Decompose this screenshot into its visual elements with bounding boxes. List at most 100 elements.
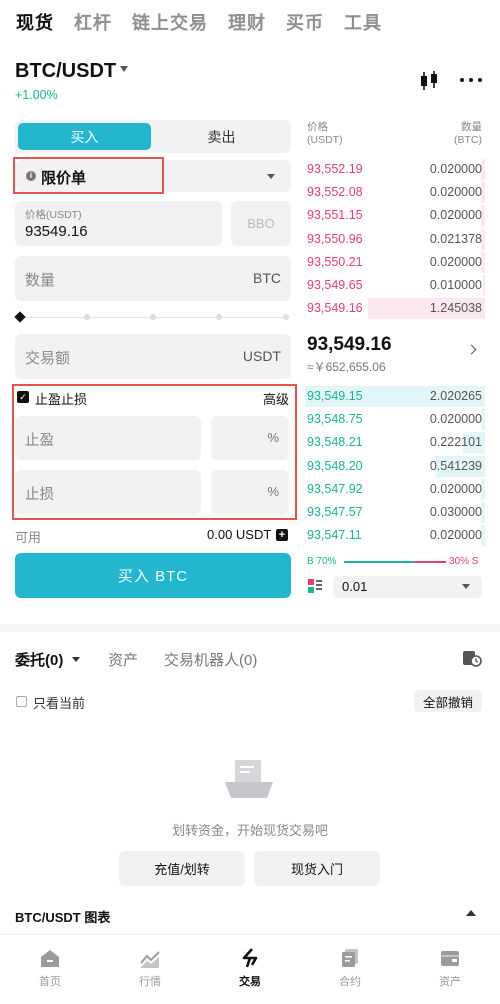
deposit-transfer-button[interactable]: 充值/划转 xyxy=(119,851,245,886)
more-options-icon[interactable] xyxy=(460,78,482,84)
tab-spot[interactable]: 现货 xyxy=(16,9,54,35)
buy-btc-button[interactable]: 买入 BTC xyxy=(15,553,291,598)
nav-contract[interactable]: 合约 xyxy=(300,935,400,995)
bid-quantity: 0.222101 xyxy=(429,435,482,450)
price-input[interactable]: 价格(USDT) 93549.16 xyxy=(15,201,222,246)
only-current-label[interactable]: 只看当前 xyxy=(33,693,85,712)
slider-step-100[interactable] xyxy=(283,314,289,320)
ask-row[interactable]: 93,549.16 1.245038 xyxy=(300,297,485,320)
stop-loss-percent-input[interactable]: % xyxy=(211,470,289,514)
tab-tools[interactable]: 工具 xyxy=(344,9,382,35)
slider-step-25[interactable] xyxy=(84,314,90,320)
ask-row[interactable]: 93,550.21 0.020000 xyxy=(300,251,485,274)
bid-row[interactable]: 93,547.92 0.020000 xyxy=(300,478,485,501)
ask-row[interactable]: 93,551.15 0.020000 xyxy=(300,204,485,227)
sell-tab[interactable]: 卖出 xyxy=(155,123,288,150)
bid-price: 93,547.57 xyxy=(307,505,363,519)
quantity-input[interactable]: 数量 BTC xyxy=(15,256,291,301)
take-profit-percent-input[interactable]: % xyxy=(211,416,289,460)
trade-icon xyxy=(242,948,258,968)
tab-margin[interactable]: 杠杆 xyxy=(74,9,112,35)
wallet-icon xyxy=(441,951,459,966)
depth-precision-select[interactable]: 0.01 xyxy=(333,576,482,598)
nav-trade[interactable]: 交易 xyxy=(200,935,300,995)
contract-icon xyxy=(342,949,358,967)
bid-row[interactable]: 93,548.21 0.222101 xyxy=(300,431,485,454)
take-profit-input[interactable]: 止盈 xyxy=(15,416,201,460)
spot-guide-button[interactable]: 现货入门 xyxy=(254,851,380,886)
price-header-label: 价格 xyxy=(307,121,328,133)
pair-selector[interactable]: BTC/USDT xyxy=(15,60,116,83)
ask-row[interactable]: 93,552.08 0.020000 xyxy=(300,181,485,204)
nav-assets-label: 资产 xyxy=(439,976,461,988)
slider-step-75[interactable] xyxy=(216,314,222,320)
quantity-placeholder: 数量 xyxy=(25,272,56,289)
trade-amount-input[interactable]: 交易额 USDT xyxy=(15,334,291,379)
orderbook-layout-icon[interactable] xyxy=(308,579,322,593)
bbo-button[interactable]: BBO xyxy=(231,201,291,246)
quantity-unit: BTC xyxy=(253,270,281,286)
tab-onchain[interactable]: 链上交易 xyxy=(132,9,208,35)
trade-amount-unit: USDT xyxy=(242,348,281,364)
tpsl-advanced-link[interactable]: 高级 xyxy=(263,389,289,408)
bid-row[interactable]: 93,547.11 0.020000 xyxy=(300,524,485,547)
tab-trading-bots[interactable]: 交易机器人(0) xyxy=(164,649,257,670)
percent-unit: % xyxy=(267,484,279,499)
cancel-all-button[interactable]: 全部撤销 xyxy=(414,690,482,712)
candlestick-chart-icon[interactable] xyxy=(420,70,440,92)
order-history-icon[interactable] xyxy=(462,648,482,668)
ask-price: 93,549.16 xyxy=(307,301,363,316)
price-header-unit: (USDT) xyxy=(307,134,343,146)
bid-row[interactable]: 93,548.20 0.541239 xyxy=(300,455,485,478)
bid-row[interactable]: 93,547.57 0.030000 xyxy=(300,501,485,524)
bid-row[interactable]: 93,549.15 2.020265 xyxy=(300,385,485,408)
stop-loss-input[interactable]: 止损 xyxy=(15,470,201,514)
bid-quantity: 0.020000 xyxy=(429,481,482,496)
home-icon xyxy=(41,950,59,967)
available-balance: 0.00 USDT xyxy=(207,527,272,542)
ask-depth-bar xyxy=(483,275,485,296)
chevron-right-icon[interactable] xyxy=(466,344,477,355)
chart-toggle-label[interactable]: BTC/USDT 图表 xyxy=(15,907,110,926)
percent-unit: % xyxy=(267,430,279,445)
ask-quantity: 0.020000 xyxy=(429,185,482,200)
bid-quantity: 0.030000 xyxy=(429,505,482,519)
pair-change: +1.00% xyxy=(15,88,58,102)
bid-price: 93,547.92 xyxy=(307,481,363,496)
slider-handle[interactable] xyxy=(14,311,26,323)
slider-step-50[interactable] xyxy=(150,314,156,320)
take-profit-placeholder: 止盈 xyxy=(25,433,54,449)
tab-assets[interactable]: 资产 xyxy=(108,649,138,670)
price-value: 93549.16 xyxy=(25,223,88,240)
tpsl-label: 止盈止损 xyxy=(35,392,88,407)
ask-row[interactable]: 93,550.96 0.021378 xyxy=(300,228,485,251)
highlight-box-order-type xyxy=(13,157,164,194)
orderbook-qty-header: 数量 (BTC) xyxy=(440,121,482,147)
ask-quantity: 1.245038 xyxy=(429,301,482,316)
ask-row[interactable]: 93,552.19 0.020000 xyxy=(300,158,485,181)
tab-finance[interactable]: 理财 xyxy=(228,9,266,35)
add-funds-icon[interactable]: + xyxy=(276,529,288,541)
nav-home[interactable]: 首页 xyxy=(0,935,100,995)
bid-price: 93,549.15 xyxy=(307,389,363,403)
ask-price: 93,550.96 xyxy=(307,231,363,246)
buy-tab[interactable]: 买入 xyxy=(18,123,151,150)
bid-price: 93,548.20 xyxy=(307,458,363,473)
last-price[interactable]: 93,549.16 xyxy=(307,334,392,356)
ask-row[interactable]: 93,549.65 0.010000 xyxy=(300,274,485,297)
market-icon xyxy=(140,951,160,968)
tab-open-orders[interactable]: 委托(0) xyxy=(15,649,63,670)
tpsl-checkbox[interactable]: ✓ xyxy=(17,391,29,403)
chevron-up-icon[interactable] xyxy=(466,910,476,916)
ask-quantity: 0.010000 xyxy=(429,278,482,292)
tab-buy-crypto[interactable]: 买币 xyxy=(286,9,324,35)
bid-quantity: 0.020000 xyxy=(429,528,482,543)
nav-market[interactable]: 行情 xyxy=(100,935,200,995)
chevron-down-icon[interactable] xyxy=(72,657,80,662)
pair-caret-icon[interactable] xyxy=(120,66,128,72)
bid-price: 93,548.21 xyxy=(307,435,363,450)
nav-assets[interactable]: 资产 xyxy=(400,935,500,995)
bid-row[interactable]: 93,548.75 0.020000 xyxy=(300,408,485,431)
only-current-checkbox[interactable] xyxy=(16,696,27,707)
sell-ratio-label: 30% S xyxy=(449,556,479,567)
